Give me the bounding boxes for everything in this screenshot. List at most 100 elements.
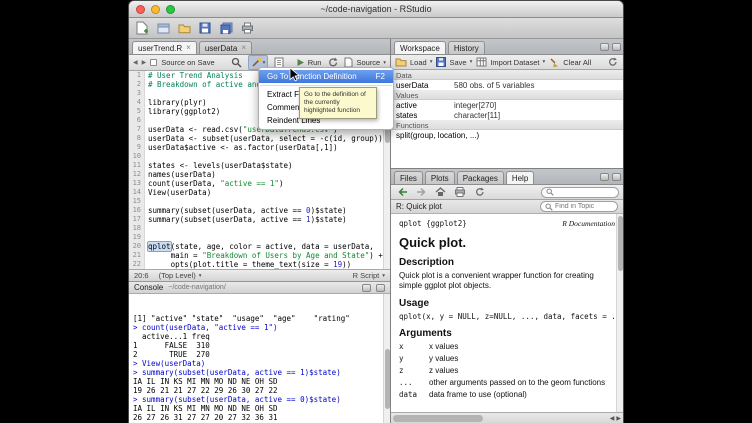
editor-tab-usertrend-r[interactable]: userTrend.R× xyxy=(132,41,197,54)
tab-files[interactable]: Files xyxy=(394,171,423,184)
tab-close-icon[interactable]: × xyxy=(186,44,191,52)
find-in-topic-input[interactable] xyxy=(555,202,613,211)
code-line[interactable]: 19 xyxy=(129,233,390,242)
code-segment: # Breakdown of active and xyxy=(148,80,261,89)
code-line[interactable]: 14View(userData) xyxy=(129,188,390,197)
code-line[interactable]: 16summary(subset(userData, active == 0)$… xyxy=(129,206,390,215)
code-segment: "Breakdown of Users by Age and State" xyxy=(202,251,369,260)
argument-name: x xyxy=(399,342,429,351)
source-on-save-checkbox[interactable] xyxy=(150,59,157,66)
code-line[interactable]: 9userData$active <- as.factor(userData[,… xyxy=(129,143,390,152)
code-text: qplot(state, age, color = active, data =… xyxy=(145,242,374,251)
code-line[interactable]: 12names(userData) xyxy=(129,170,390,179)
workspace-item[interactable]: split(group, location, ...) xyxy=(391,130,623,140)
line-number: 6 xyxy=(129,116,145,125)
code-line[interactable]: 8userData <- subset(userData, select = -… xyxy=(129,134,390,143)
line-number: 22 xyxy=(129,260,145,269)
code-line[interactable]: 17summary(subset(userData, active == 1)$… xyxy=(129,215,390,224)
scrollbar-thumb[interactable] xyxy=(618,216,623,271)
arguments-heading: Arguments xyxy=(399,328,615,339)
save-icon[interactable] xyxy=(198,21,212,36)
argument-description: z values xyxy=(429,366,615,375)
import-dataset-button[interactable]: Import Dataset ▾ xyxy=(476,57,545,67)
zoom-window-button[interactable] xyxy=(166,5,175,14)
minimize-pane-icon[interactable] xyxy=(600,43,609,51)
console-line: > View(userData) xyxy=(133,359,386,368)
window-title: ~/code-navigation - RStudio xyxy=(129,1,623,17)
code-line[interactable]: 22 opts(plot.title = theme_text(size = 1… xyxy=(129,260,390,269)
tab-workspace[interactable]: Workspace xyxy=(394,41,446,54)
tab-packages[interactable]: Packages xyxy=(457,171,504,184)
menu-item-go-to-function-definition[interactable]: Go To Function DefinitionF2 xyxy=(259,70,393,83)
help-print-button[interactable] xyxy=(452,186,468,198)
tab-history[interactable]: History xyxy=(448,41,485,54)
scroll-left-icon[interactable]: ◀ xyxy=(610,415,615,422)
code-segment: qplot xyxy=(148,242,171,251)
code-segment: states <- levels(userData$state) xyxy=(148,161,293,170)
code-line[interactable]: 10 xyxy=(129,152,390,161)
tab-close-icon[interactable]: × xyxy=(241,44,246,52)
tab-help[interactable]: Help xyxy=(506,171,534,184)
help-scrollbar[interactable] xyxy=(616,214,623,412)
code-line[interactable]: 15 xyxy=(129,197,390,206)
tab-label: Plots xyxy=(431,174,449,183)
minimize-window-button[interactable] xyxy=(151,5,160,14)
code-line[interactable]: 13count(userData, "active == 1") xyxy=(129,179,390,188)
new-file-icon[interactable] xyxy=(135,21,149,36)
open-file-icon[interactable] xyxy=(177,21,191,36)
code-segment: opts(plot.title = theme_text(size = xyxy=(148,260,333,269)
code-line[interactable]: 11states <- levels(userData$state) xyxy=(129,161,390,170)
workspace-item[interactable]: activeinteger[270] xyxy=(391,100,623,110)
forward-icon[interactable]: ▶ xyxy=(142,59,147,66)
console-line: > summary(subset(userData, active == 1)$… xyxy=(133,368,386,377)
scroll-right-icon[interactable]: ▶ xyxy=(616,415,621,422)
close-window-button[interactable] xyxy=(136,5,145,14)
help-pane: Files Plots PackagesHelp xyxy=(391,169,623,423)
source-on-save-label: Source on Save xyxy=(161,58,214,67)
help-refresh-button[interactable] xyxy=(472,186,486,198)
title-bar[interactable]: ~/code-navigation - RStudio xyxy=(129,1,623,18)
tab-plots[interactable]: Plots xyxy=(425,171,455,184)
workspace-item[interactable]: userData580 obs. of 5 variables xyxy=(391,80,623,90)
help-forward-button[interactable] xyxy=(414,186,429,198)
code-segment: )$state) xyxy=(311,206,347,215)
code-line[interactable]: 21 main = "Breakdown of Users by Age and… xyxy=(129,251,390,260)
console-line: [1] "active" "state" "usage" "age" "rati… xyxy=(133,314,386,323)
console-scrollbar[interactable] xyxy=(383,294,390,423)
scrollbar-thumb[interactable] xyxy=(385,349,390,409)
console-line: active...1 freq xyxy=(133,332,386,341)
doc-type-selector[interactable]: R Script ▾ xyxy=(353,271,385,280)
back-icon[interactable]: ◀ xyxy=(133,59,138,66)
clear-all-button[interactable]: Clear All xyxy=(549,57,591,68)
help-horizontal-scrollbar[interactable]: ◀ ▶ xyxy=(391,412,623,423)
find-replace-button[interactable] xyxy=(229,56,244,69)
run-button[interactable]: Run xyxy=(296,58,322,67)
workspace-item[interactable]: statescharacter[11] xyxy=(391,110,623,120)
new-project-icon[interactable] xyxy=(156,21,170,36)
console-header[interactable]: Console ~/code-navigation/ xyxy=(129,281,390,294)
maximize-pane-icon[interactable] xyxy=(612,173,621,181)
help-back-button[interactable] xyxy=(395,186,410,198)
editor-tab-userdata[interactable]: userData× xyxy=(199,41,252,54)
line-number: 11 xyxy=(129,161,145,170)
maximize-pane-icon[interactable] xyxy=(612,43,621,51)
help-home-button[interactable] xyxy=(433,186,448,198)
line-number: 13 xyxy=(129,179,145,188)
maximize-pane-icon[interactable] xyxy=(376,284,385,292)
code-line[interactable]: 18 xyxy=(129,224,390,233)
minimize-pane-icon[interactable] xyxy=(600,173,609,181)
scope-selector[interactable]: (Top Level) ▾ xyxy=(159,271,202,280)
load-workspace-button[interactable]: Load ▾ xyxy=(395,57,432,67)
help-search-input[interactable] xyxy=(556,188,614,197)
scrollbar-thumb[interactable] xyxy=(393,415,483,422)
refresh-button[interactable] xyxy=(605,56,619,68)
print-icon[interactable] xyxy=(240,21,254,36)
find-in-topic-box[interactable] xyxy=(540,201,618,212)
save-all-icon[interactable] xyxy=(219,21,233,36)
console-line: IA IL IN KS MI MN MO ND NE OH SD xyxy=(133,404,386,413)
save-workspace-button[interactable]: Save ▾ xyxy=(436,57,472,67)
help-search-box[interactable] xyxy=(541,187,619,198)
code-line[interactable]: 20qplot(state, age, color = active, data… xyxy=(129,242,390,251)
console[interactable]: [1] "active" "state" "usage" "age" "rati… xyxy=(129,294,390,423)
minimize-pane-icon[interactable] xyxy=(362,284,371,292)
